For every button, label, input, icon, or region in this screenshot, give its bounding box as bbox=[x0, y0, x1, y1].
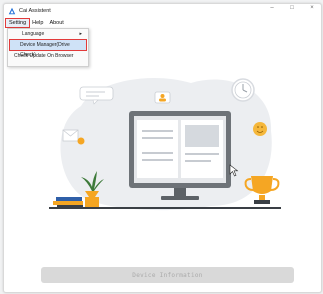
submenu-arrow-icon: ▸ bbox=[79, 31, 82, 37]
user-card-icon bbox=[154, 91, 171, 104]
menu-item-device-manager[interactable]: Device Manager(Drive Check) bbox=[9, 39, 87, 58]
menu-item-language-label: Language bbox=[22, 31, 45, 37]
clock-icon bbox=[231, 78, 255, 102]
menu-item-check-update[interactable]: Check Update On Browser bbox=[8, 51, 88, 61]
smiley-icon bbox=[253, 122, 267, 136]
device-information-button[interactable]: Device Information bbox=[41, 267, 294, 283]
monitor-illustration bbox=[129, 111, 231, 200]
menu-item-language[interactable]: Language ▸ bbox=[8, 29, 88, 39]
setting-dropdown-menu: Language ▸ Device Manager(Drive Check) C… bbox=[7, 28, 89, 67]
app-window: Cai Assistent – □ × Setting Help About L… bbox=[3, 3, 322, 293]
